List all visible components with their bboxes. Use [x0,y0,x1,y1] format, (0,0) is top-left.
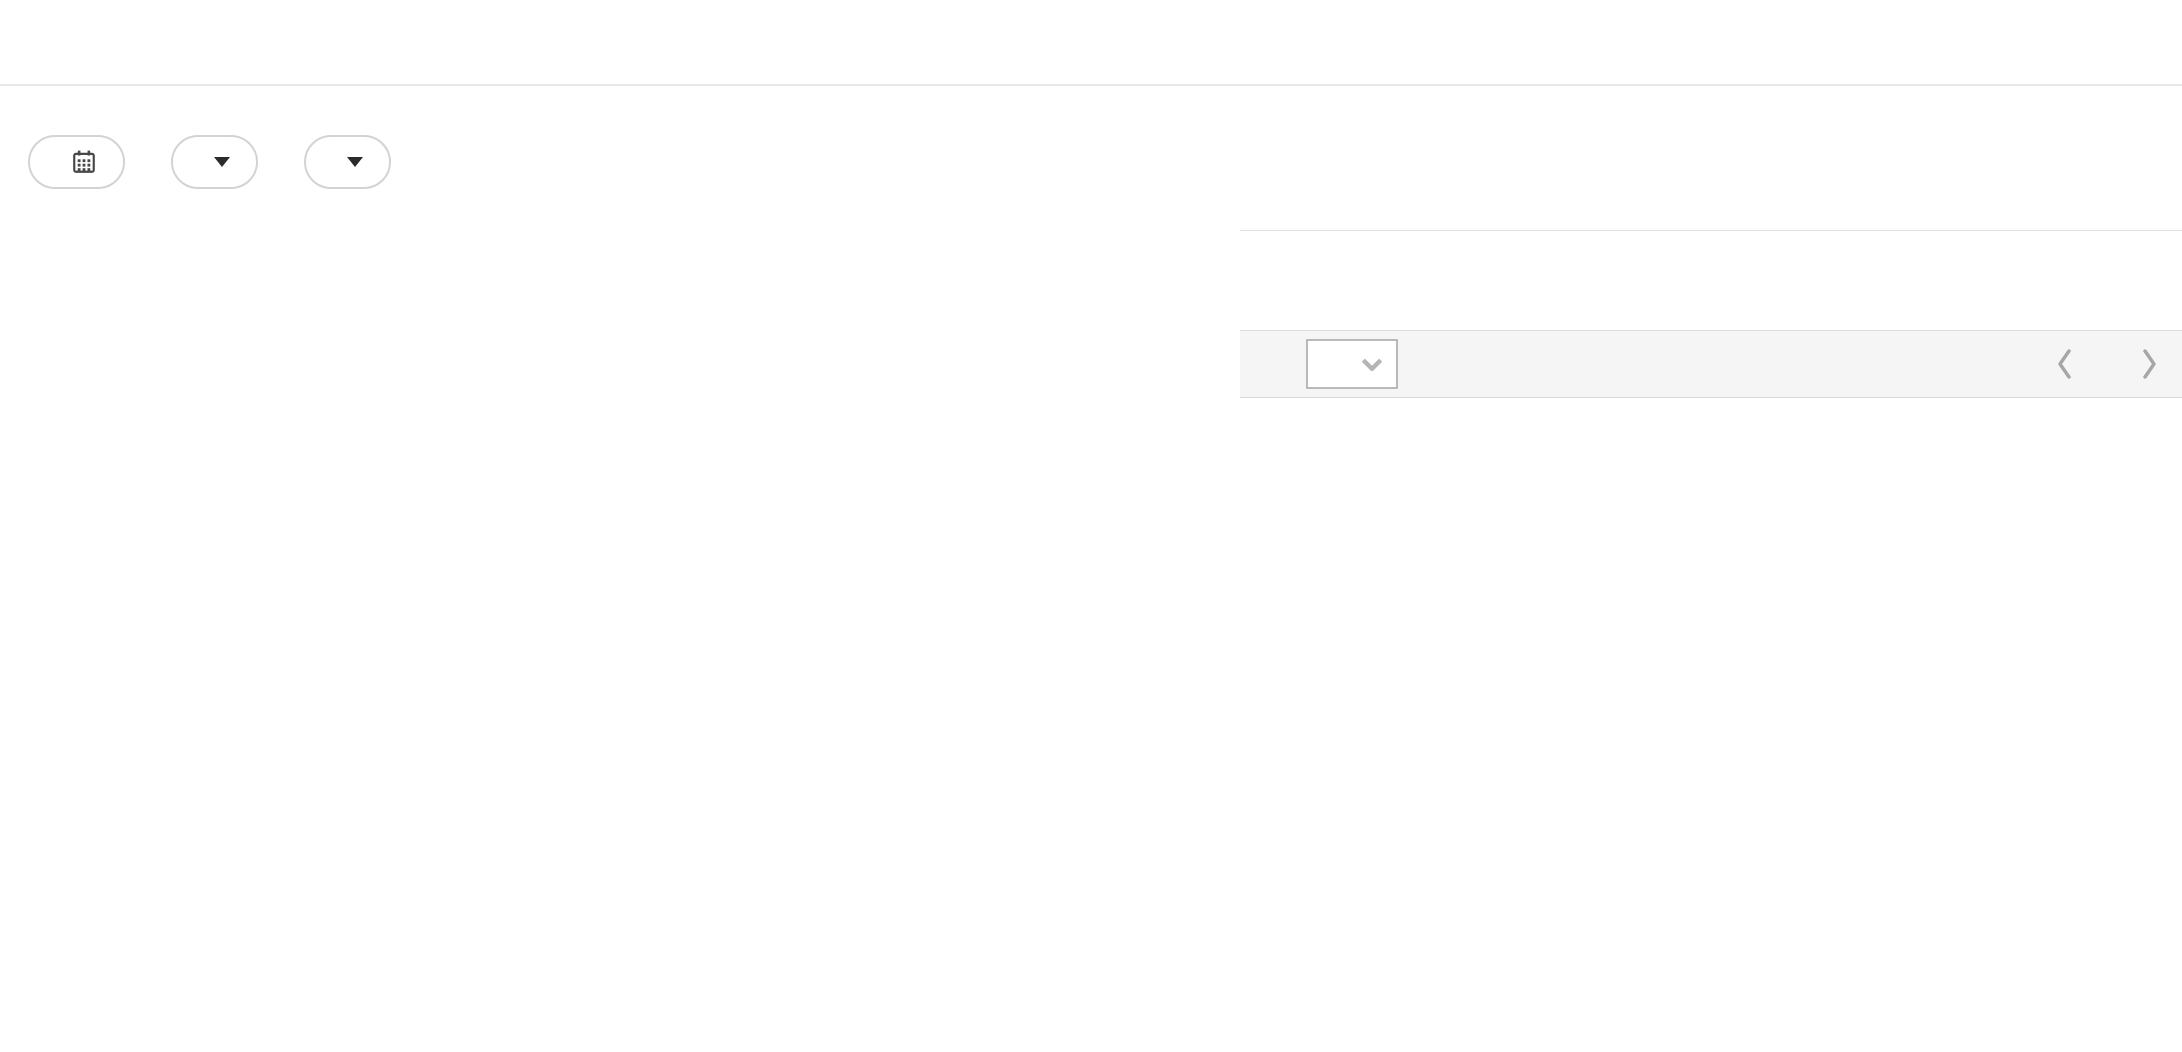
page-select[interactable] [1306,339,1398,389]
chevron-down-icon [1348,341,1396,387]
filters-bar [28,135,391,189]
next-page-button[interactable] [2138,347,2160,381]
cost-chart [0,440,1240,1050]
table-header-row [1240,231,2182,331]
page-number [1308,341,1346,387]
calendar-icon [71,149,97,175]
chevron-down-icon [214,157,230,167]
clusters-filter-button[interactable] [171,135,258,189]
group-by-button[interactable] [304,135,391,189]
page-header [0,0,2182,86]
time-range-filter-button[interactable] [28,135,125,189]
previous-page-button[interactable] [2054,347,2076,381]
page-title [0,0,2182,20]
cost-table [1240,230,2182,475]
chevron-down-icon [347,157,363,167]
total-row [1240,398,2182,475]
pagination-bar [1240,331,2182,398]
